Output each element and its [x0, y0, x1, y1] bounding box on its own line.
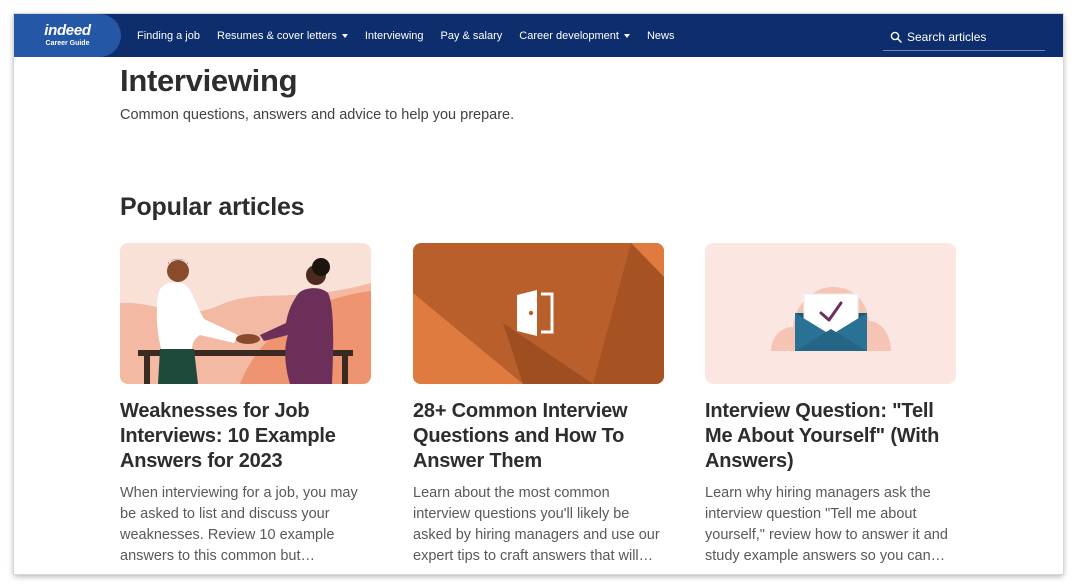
nav-item-news[interactable]: News	[647, 30, 675, 42]
article-card[interactable]: 28+ Common Interview Questions and How T…	[413, 243, 664, 567]
search-box	[883, 23, 1045, 51]
article-title[interactable]: Weaknesses for Job Interviews: 10 Exampl…	[120, 399, 371, 474]
nav-item-label: Interviewing	[364, 29, 424, 42]
envelope-checkmark-illustration[interactable]	[705, 243, 956, 384]
article-title[interactable]: Interview Question: "Tell Me About Yours…	[705, 399, 956, 474]
nav-item-label: Resumes & cover letters	[217, 29, 337, 42]
browser-viewport: indeed Career Guide Finding a job Resume…	[14, 14, 1063, 574]
top-navigation: indeed Career Guide Finding a job Resume…	[14, 14, 1063, 57]
logo-subtitle: Career Guide	[45, 40, 90, 47]
search-input[interactable]	[907, 29, 1037, 44]
section-title-popular-articles: Popular articles	[120, 193, 305, 221]
nav-item-pay-salary[interactable]: Pay & salary	[441, 30, 503, 42]
nav-item-resumes-cover-letters[interactable]: Resumes & cover letters	[217, 30, 348, 42]
nav-item-interviewing[interactable]: Interviewing	[365, 30, 424, 42]
indeed-career-guide-logo[interactable]: indeed Career Guide	[14, 14, 121, 57]
article-description: Learn why hiring managers ask the interv…	[705, 485, 948, 564]
nav-item-label: Pay & salary	[440, 29, 503, 42]
nav-item-finding-a-job[interactable]: Finding a job	[137, 30, 200, 42]
search-icon[interactable]	[890, 31, 902, 43]
nav-item-label: Finding a job	[137, 29, 200, 42]
page-title: Interviewing	[120, 63, 298, 98]
handshake-illustration[interactable]	[120, 243, 371, 384]
logo-wordmark: indeed	[44, 22, 91, 39]
chevron-down-icon	[341, 33, 348, 38]
page-subtitle: Common questions, answers and advice to …	[120, 107, 515, 123]
door-icon-illustration[interactable]	[413, 243, 664, 384]
nav-item-career-development[interactable]: Career development	[519, 30, 630, 42]
article-description: Learn about the most common interview qu…	[413, 485, 660, 564]
chevron-down-icon	[623, 33, 630, 38]
nav-item-label: News	[646, 29, 675, 42]
article-card[interactable]: Interview Question: "Tell Me About Yours…	[705, 243, 956, 567]
nav-item-label: Career development	[519, 29, 619, 42]
article-card[interactable]: Weaknesses for Job Interviews: 10 Exampl…	[120, 243, 371, 567]
article-title[interactable]: 28+ Common Interview Questions and How T…	[413, 399, 664, 474]
article-description: When interviewing for a job, you may be …	[120, 485, 358, 564]
nav-menu: Finding a job Resumes & cover letters In…	[137, 14, 691, 57]
